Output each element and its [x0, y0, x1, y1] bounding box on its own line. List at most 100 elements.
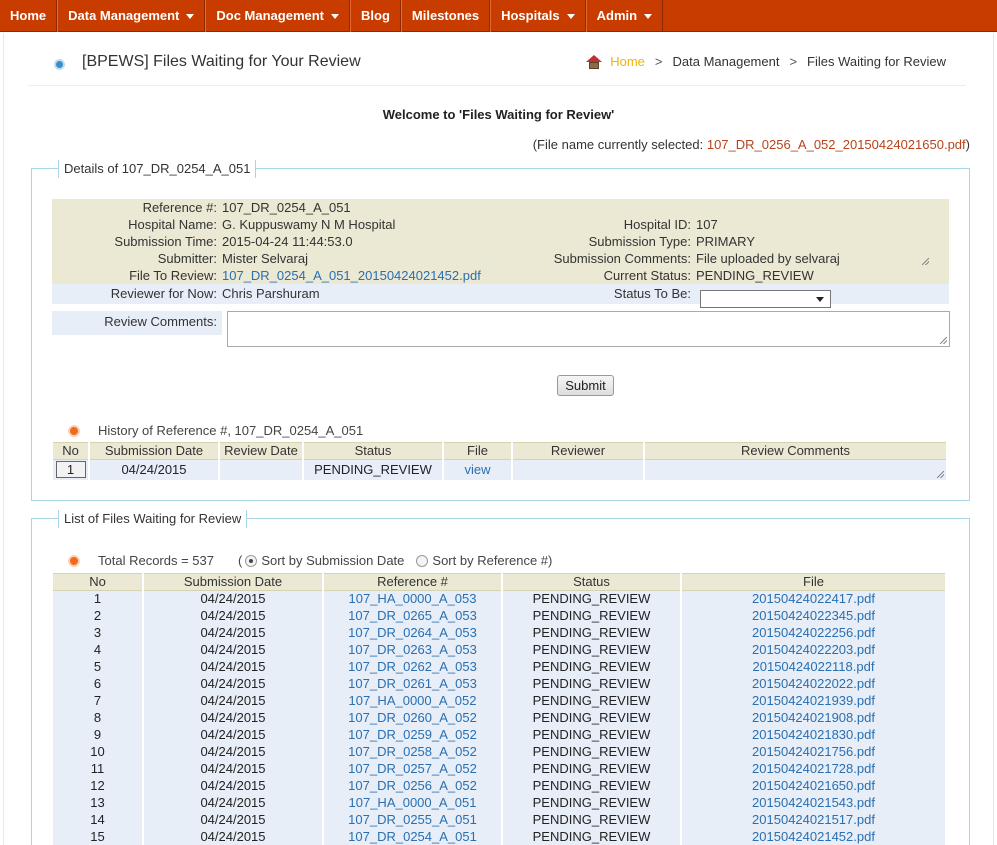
table-row[interactable]: 5 04/24/2015 107_DR_0262_A_053 PENDING_REVI… — [53, 658, 947, 676]
row-no: 13 — [53, 794, 144, 812]
table-row[interactable]: 10 04/24/2015 107_DR_0258_A_052 PENDING_REV… — [53, 743, 947, 761]
table-row[interactable]: 6 04/24/2015 107_DR_0261_A_053 PENDING_REVI… — [53, 675, 947, 693]
total-records: Total Records = 537 — [98, 553, 214, 568]
row-file-link[interactable]: 20150424021728.pdf — [752, 761, 875, 776]
row-no: 9 — [53, 726, 144, 744]
breadcrumb-home-link[interactable]: Home — [610, 54, 645, 69]
row-reference-link[interactable]: 107_DR_0254_A_051 — [348, 829, 477, 844]
row-reference-link[interactable]: 107_DR_0256_A_052 — [348, 778, 477, 793]
row-file-link[interactable]: 20150424021650.pdf — [752, 778, 875, 793]
row-reference-link[interactable]: 107_DR_0259_A_052 — [348, 727, 477, 742]
nav-home-label: Home — [10, 8, 47, 23]
row-status: PENDING_REVIEW — [502, 675, 682, 693]
table-row[interactable]: 9 04/24/2015 107_DR_0259_A_052 PENDING_REVI… — [53, 726, 947, 744]
history-title: History of Reference #, 107_DR_0254_A_05… — [68, 423, 363, 438]
breadcrumb-separator: > — [654, 54, 663, 69]
sort-by-reference-radio[interactable] — [416, 554, 429, 567]
table-row[interactable]: 13 04/24/2015 107_HA_0000_A_051 PENDING_REV… — [53, 794, 947, 812]
row-file-link[interactable]: 20150424021908.pdf — [752, 710, 875, 725]
list-controls: Total Records = 537 ( Sort by Submission… — [68, 553, 552, 568]
resize-grip-icon[interactable] — [922, 258, 929, 265]
row-reference-link[interactable]: 107_HA_0000_A_053 — [349, 591, 477, 606]
table-row[interactable]: 7 04/24/2015 107_HA_0000_A_052 PENDING_REVI… — [53, 692, 947, 710]
resize-grip-icon[interactable] — [937, 470, 944, 478]
row-reference-link[interactable]: 107_HA_0000_A_051 — [349, 795, 477, 810]
table-row[interactable]: 4 04/24/2015 107_DR_0263_A_053 PENDING_REVI… — [53, 641, 947, 659]
table-row[interactable]: 3 04/24/2015 107_DR_0264_A_053 PENDING_REVI… — [53, 624, 947, 642]
nav-blog[interactable]: Blog — [350, 0, 401, 32]
row-reference-link[interactable]: 107_HA_0000_A_052 — [349, 693, 477, 708]
file-label: File To Review: — [129, 268, 217, 283]
row-file-link[interactable]: 20150424021452.pdf — [752, 829, 875, 844]
row-file-link[interactable]: 20150424021756.pdf — [752, 744, 875, 759]
history-view-link[interactable]: view — [464, 462, 490, 477]
col-review-date: Review Date — [219, 442, 304, 460]
row-reference-link[interactable]: 107_DR_0255_A_051 — [348, 812, 477, 827]
row-file-link[interactable]: 20150424022345.pdf — [752, 608, 875, 623]
nav-doc-management[interactable]: Doc Management — [205, 0, 351, 32]
list-header-row: No Submission Date Reference # Status Fi… — [53, 573, 947, 591]
selected-file-note: (File name currently selected: 107_DR_02… — [533, 137, 970, 152]
nav-data-management-label: Data Management — [68, 8, 180, 23]
row-reference-link[interactable]: 107_DR_0257_A_052 — [348, 761, 477, 776]
submission-comments-field[interactable]: File uploaded by selvaraj — [696, 250, 949, 267]
row-file-link[interactable]: 20150424021543.pdf — [752, 795, 875, 810]
row-file-link[interactable]: 20150424022118.pdf — [753, 659, 875, 674]
row-submission-date: 04/24/2015 — [143, 811, 324, 829]
nav-admin[interactable]: Admin — [585, 0, 664, 32]
row-reference-link[interactable]: 107_DR_0264_A_053 — [348, 625, 477, 640]
submit-button[interactable]: Submit — [557, 375, 614, 396]
col-review-comments: Review Comments — [644, 442, 948, 460]
nav-home[interactable]: Home — [0, 0, 58, 32]
breadcrumb: Home > Data Management > Files Waiting f… — [586, 54, 946, 69]
col-reviewer: Reviewer — [512, 442, 645, 460]
row-file-link[interactable]: 20150424021939.pdf — [752, 693, 875, 708]
row-file-link[interactable]: 20150424022203.pdf — [752, 642, 875, 657]
sort-by-reference-label[interactable]: Sort by Reference #) — [432, 553, 552, 568]
resize-grip-icon[interactable] — [940, 337, 947, 344]
sort-by-date-label[interactable]: Sort by Submission Date — [261, 553, 404, 568]
row-status: PENDING_REVIEW — [502, 624, 682, 642]
table-row[interactable]: 15 04/24/2015 107_DR_0254_A_051 PENDING_REV… — [53, 828, 947, 845]
row-reference-link[interactable]: 107_DR_0258_A_052 — [348, 744, 477, 759]
row-status: PENDING_REVIEW — [502, 607, 682, 625]
row-file-link[interactable]: 20150424021830.pdf — [752, 727, 875, 742]
row-reference-link[interactable]: 107_DR_0265_A_053 — [348, 608, 477, 623]
row-reference-link[interactable]: 107_DR_0260_A_052 — [348, 710, 477, 725]
table-row[interactable]: 2 04/24/2015 107_DR_0265_A_053 PENDING_REVI… — [53, 607, 947, 625]
row-file-link[interactable]: 20150424021517.pdf — [752, 812, 875, 827]
row-reference-link[interactable]: 107_DR_0261_A_053 — [348, 676, 477, 691]
bullet-icon — [54, 59, 65, 70]
nav-milestones[interactable]: Milestones — [400, 0, 491, 32]
row-reference-link[interactable]: 107_DR_0263_A_053 — [348, 642, 477, 657]
submission-time-value: 2015-04-24 11:44:53.0 — [222, 234, 353, 249]
history-no-button[interactable]: 1 — [55, 461, 86, 479]
row-file-link[interactable]: 20150424022256.pdf — [752, 625, 875, 640]
sort-by-date-radio[interactable] — [245, 554, 258, 567]
row-no: 4 — [53, 641, 144, 659]
nav-data-management[interactable]: Data Management — [57, 0, 206, 32]
row-status: PENDING_REVIEW — [502, 726, 682, 744]
review-comments-textarea[interactable] — [227, 311, 950, 347]
row-file-link[interactable]: 20150424022022.pdf — [752, 676, 875, 691]
nav-hospitals[interactable]: Hospitals — [490, 0, 586, 32]
row-no: 12 — [53, 777, 144, 795]
table-row[interactable]: 1 04/24/2015 107_HA_0000_A_053 PENDING_REVI… — [53, 590, 947, 608]
status-to-be-select[interactable] — [700, 290, 831, 308]
row-submission-date: 04/24/2015 — [143, 794, 324, 812]
bullet-icon — [68, 424, 80, 437]
review-comments-label: Review Comments: — [52, 311, 222, 335]
history-review-comments[interactable] — [644, 459, 948, 480]
table-row[interactable]: 8 04/24/2015 107_DR_0260_A_052 PENDING_REVI… — [53, 709, 947, 727]
row-file-link[interactable]: 20150424022417.pdf — [752, 591, 875, 606]
status-to-be-label: Status To Be: — [613, 286, 691, 301]
file-to-review-link[interactable]: 107_DR_0254_A_051_20150424021452.pdf — [222, 268, 481, 283]
history-status: PENDING_REVIEW — [303, 459, 444, 480]
table-row[interactable]: 11 04/24/2015 107_DR_0257_A_052 PENDING_REV… — [53, 760, 947, 778]
row-no: 7 — [53, 692, 144, 710]
table-row[interactable]: 12 04/24/2015 107_DR_0256_A_052 PENDING_REV… — [53, 777, 947, 795]
reference-label: Reference #: — [142, 200, 217, 215]
main-navbar: Home Data Management Doc Management Blog… — [0, 0, 997, 32]
table-row[interactable]: 14 04/24/2015 107_DR_0255_A_051 PENDING_REV… — [53, 811, 947, 829]
row-reference-link[interactable]: 107_DR_0262_A_053 — [348, 659, 477, 674]
